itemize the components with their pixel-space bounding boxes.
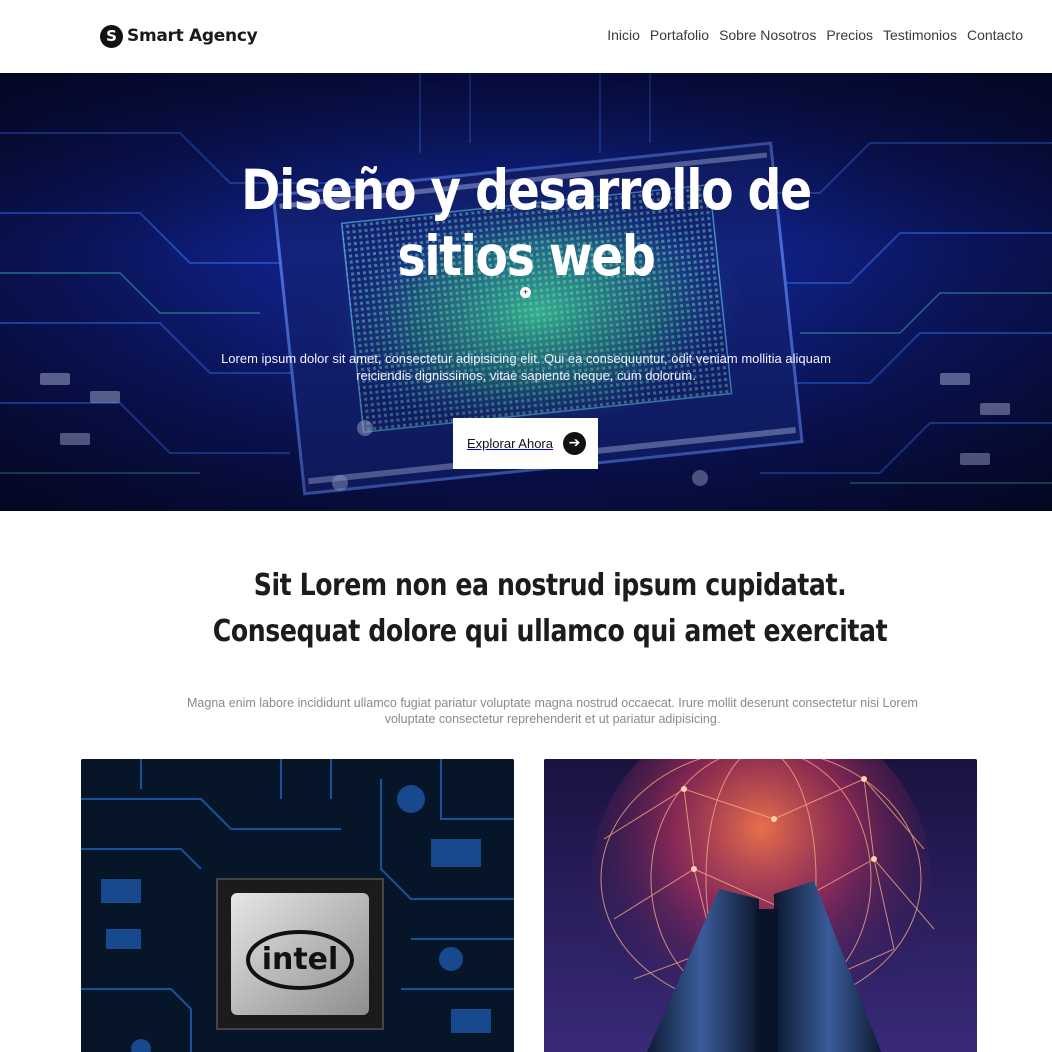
card-image-intel-chip[interactable]: intel bbox=[81, 759, 514, 1052]
logo-text: Smart Agency bbox=[127, 26, 258, 46]
hero-title: Diseño y desarrollo de sitios web bbox=[241, 158, 812, 288]
network-globe-server-image bbox=[544, 759, 977, 1052]
hero-cursor-icon: + bbox=[520, 287, 531, 298]
nav-item-precios[interactable]: Precios bbox=[826, 27, 873, 43]
nav-item-portafolio[interactable]: Portafolio bbox=[650, 27, 709, 43]
section-title: Sit Lorem non ea nostrud ipsum cupidatat… bbox=[212, 568, 888, 649]
main-nav: Inicio Portafolio Sobre Nosotros Precios… bbox=[607, 27, 1023, 43]
section-description: Magna enim labore incididunt ullamco fug… bbox=[187, 696, 918, 726]
nav-item-sobre-nosotros[interactable]: Sobre Nosotros bbox=[719, 27, 816, 43]
nav-item-contacto[interactable]: Contacto bbox=[967, 27, 1023, 43]
explore-now-button[interactable]: Explorar Ahora ➔ bbox=[453, 418, 598, 469]
site-header: S Smart Agency Inicio Portafolio Sobre N… bbox=[0, 0, 1052, 73]
intel-logo-text: intel bbox=[262, 942, 339, 977]
hero-subtitle: Lorem ipsum dolor sit amet, consectetur … bbox=[221, 351, 831, 383]
hero-section: Diseño y desarrollo de sitios web + Lore… bbox=[0, 73, 1052, 511]
logo[interactable]: S Smart Agency bbox=[100, 24, 258, 48]
intel-chip-motherboard-image: intel bbox=[81, 759, 514, 1052]
nav-item-inicio[interactable]: Inicio bbox=[607, 27, 640, 43]
logo-icon: S bbox=[100, 24, 123, 48]
card-image-network-globe[interactable] bbox=[544, 759, 977, 1052]
arrow-right-icon: ➔ bbox=[563, 432, 586, 455]
nav-item-testimonios[interactable]: Testimonios bbox=[883, 27, 957, 43]
explore-now-label: Explorar Ahora bbox=[467, 436, 553, 451]
